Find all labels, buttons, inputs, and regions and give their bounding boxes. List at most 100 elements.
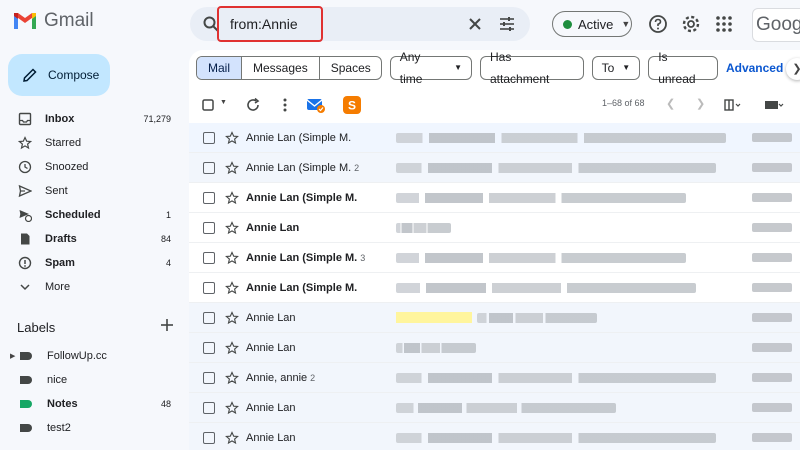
more-vert-icon[interactable]: [277, 97, 293, 113]
sidebar-item-snoozed[interactable]: Snoozed: [0, 155, 185, 179]
pencil-icon: [23, 68, 37, 82]
star-icon[interactable]: [225, 340, 239, 355]
row-checkbox[interactable]: [203, 311, 215, 324]
add-label-icon[interactable]: [160, 318, 174, 332]
row-checkbox[interactable]: [203, 341, 215, 354]
sidebar-item-drafts[interactable]: Drafts 84: [0, 227, 185, 251]
segment-mail[interactable]: Mail: [197, 57, 242, 79]
sidebar-item-label: Scheduled: [45, 209, 101, 221]
search-options-icon[interactable]: [498, 15, 516, 33]
settings-gear-icon[interactable]: [681, 14, 701, 34]
email-row[interactable]: Annie Lan: [189, 333, 800, 363]
star-icon[interactable]: [225, 190, 239, 205]
subject-snippet-blurred: [477, 312, 597, 323]
email-list: Annie Lan (Simple M. Annie Lan (Simple M.…: [189, 123, 800, 450]
star-icon[interactable]: [225, 160, 239, 175]
email-row[interactable]: Annie Lan (Simple M. 2: [189, 153, 800, 183]
row-checkbox[interactable]: [203, 161, 215, 174]
sender-cell: Annie Lan: [246, 222, 386, 234]
email-row[interactable]: Annie Lan (Simple M.: [189, 123, 800, 153]
sidebar-item-inbox[interactable]: Inbox 71,279: [0, 107, 185, 131]
email-row[interactable]: Annie Lan (Simple M. 3: [189, 243, 800, 273]
followup-extension-icon[interactable]: [306, 96, 326, 114]
sender-name: Annie Lan (Simple M.: [246, 161, 352, 174]
mail-list-panel: Mail Messages Spaces Any time ▼ Has atta…: [189, 50, 800, 450]
email-row[interactable]: Annie Lan (Simple M.: [189, 273, 800, 303]
chevron-right-icon[interactable]: ❯: [696, 97, 705, 110]
status-dropdown[interactable]: Active ▼: [552, 11, 632, 37]
help-icon[interactable]: [648, 14, 668, 34]
chevron-left-icon[interactable]: ❮: [666, 97, 675, 110]
row-checkbox[interactable]: [203, 371, 215, 384]
sidebar-item-count: 84: [160, 234, 171, 244]
caret-down-icon: ▼: [621, 19, 631, 29]
select-dropdown-icon[interactable]: ▼: [220, 99, 227, 106]
email-row[interactable]: Annie, annie 2: [189, 363, 800, 393]
subject-snippet-blurred: [396, 222, 451, 233]
gmail-logo[interactable]: Gmail: [12, 10, 94, 32]
labels-list: ▶ FollowUp.cc nice Notes 48 test2: [0, 344, 185, 440]
label-item-test2[interactable]: test2: [0, 416, 185, 440]
row-checkbox[interactable]: [203, 221, 215, 234]
chip-label: Any time: [399, 50, 423, 86]
subject-snippet-blurred: [396, 282, 696, 293]
sidebar-item-sent[interactable]: Sent: [0, 179, 185, 203]
filter-is-unread[interactable]: Is unread: [648, 50, 718, 86]
sidebar-item-spam[interactable]: Spam 4: [0, 251, 185, 275]
row-checkbox[interactable]: [203, 281, 215, 294]
row-checkbox[interactable]: [203, 131, 215, 144]
star-icon[interactable]: [225, 250, 239, 265]
email-row[interactable]: Annie Lan (Simple M.: [189, 183, 800, 213]
star-icon[interactable]: [225, 430, 239, 445]
star-icon[interactable]: [225, 370, 239, 385]
clear-search-icon[interactable]: [466, 15, 484, 33]
sidebar-item-label: Snoozed: [45, 161, 89, 173]
star-icon[interactable]: [225, 280, 239, 295]
logo-text: Gmail: [44, 10, 94, 31]
sender-cell: Annie Lan (Simple M. 2: [246, 162, 386, 174]
filter-to[interactable]: To ▼: [591, 56, 641, 80]
sidebar-item-label: More: [45, 281, 71, 293]
sender-cell: Annie Lan (Simple M. 3: [246, 252, 386, 264]
row-checkbox[interactable]: [203, 431, 215, 444]
row-checkbox[interactable]: [203, 251, 215, 264]
expand-arrow-icon[interactable]: ▶: [10, 352, 18, 360]
filter-has-attachment[interactable]: Has attachment: [480, 50, 584, 86]
apps-grid-icon[interactable]: [714, 14, 734, 34]
status-label: Active: [578, 16, 614, 32]
simple-extension-icon[interactable]: S: [343, 96, 361, 114]
sidebar-item-scheduled[interactable]: Scheduled 1: [0, 203, 185, 227]
label-tag-icon: [20, 352, 32, 360]
sidebar-item-more[interactable]: More: [0, 275, 185, 299]
email-row[interactable]: Annie Lan: [189, 423, 800, 450]
row-checkbox[interactable]: [203, 191, 215, 204]
label-name: nice: [47, 374, 68, 386]
keyboard-icon[interactable]: [764, 97, 784, 113]
google-account-logo[interactable]: Goog: [752, 8, 800, 42]
compose-button[interactable]: Compose: [8, 54, 110, 96]
label-item-notes[interactable]: Notes 48: [0, 392, 185, 416]
date-blurred: [752, 313, 792, 322]
filter-any-time[interactable]: Any time ▼: [389, 50, 472, 86]
star-icon[interactable]: [225, 130, 239, 145]
segment-messages[interactable]: Messages: [241, 57, 319, 79]
label-item-nice[interactable]: nice: [0, 368, 185, 392]
star-icon[interactable]: [225, 220, 239, 235]
star-icon[interactable]: [225, 400, 239, 415]
sender-name: Annie Lan: [246, 221, 300, 234]
sender-cell: Annie Lan (Simple M.: [246, 282, 386, 294]
refresh-icon[interactable]: [245, 97, 261, 113]
segment-spaces[interactable]: Spaces: [318, 57, 381, 79]
sidebar-item-label: Inbox: [45, 113, 75, 125]
row-checkbox[interactable]: [203, 401, 215, 414]
sidebar-item-starred[interactable]: Starred: [0, 131, 185, 155]
search-highlight-annotation: [217, 6, 323, 42]
email-row[interactable]: Annie Lan: [189, 303, 800, 333]
star-icon[interactable]: [225, 310, 239, 325]
sidebar-item-label: Sent: [45, 185, 68, 197]
label-item-followup-cc[interactable]: ▶ FollowUp.cc: [0, 344, 185, 368]
split-pane-icon[interactable]: [724, 97, 742, 113]
select-all-checkbox[interactable]: [202, 99, 214, 111]
email-row[interactable]: Annie Lan: [189, 213, 800, 243]
email-row[interactable]: Annie Lan: [189, 393, 800, 423]
